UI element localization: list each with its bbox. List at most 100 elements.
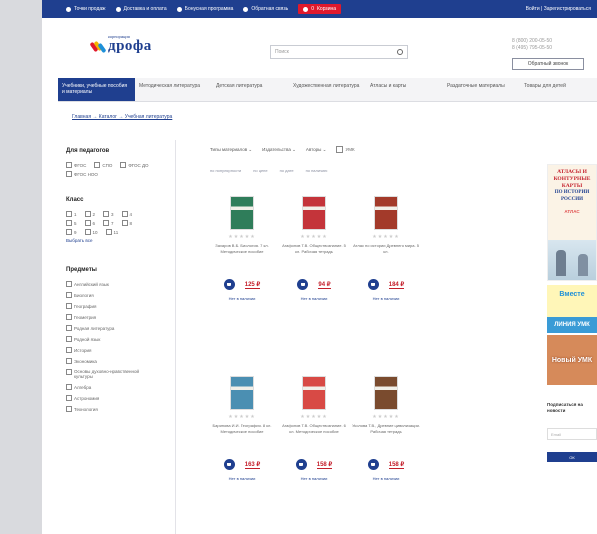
add-to-cart-button[interactable] xyxy=(223,459,235,470)
product-title[interactable]: Уколова Т.В., Древние цивилизации. Рабоч… xyxy=(352,423,420,456)
subject-checkbox[interactable]: Биология xyxy=(66,292,169,298)
level-checkbox[interactable]: СПО xyxy=(94,162,112,168)
grade-checkbox[interactable]: 1 xyxy=(66,211,77,217)
topbar-link-locations[interactable]: Точки продаж xyxy=(66,6,106,12)
sort-bar: по популярности по цене по дате по налич… xyxy=(210,168,327,173)
grade-checkbox[interactable]: 2 xyxy=(84,211,95,217)
sort-date[interactable]: по дате xyxy=(280,168,294,173)
atlas-banner[interactable]: АТЛАСЫ И КОНТУРНЫЕ КАРТЫ ПО ИСТОРИИ РОСС… xyxy=(547,164,597,281)
topbar-link-delivery[interactable]: Доставка и оплата xyxy=(115,6,167,12)
book-cover[interactable] xyxy=(302,196,326,230)
availability-link[interactable]: Нет в наличии xyxy=(208,476,276,481)
nav-item-textbooks[interactable]: Учебники, учебные пособия и материалы xyxy=(58,78,135,101)
sort-popularity[interactable]: по популярности xyxy=(210,168,241,173)
nav-item-handouts[interactable]: Раздаточные материалы xyxy=(443,78,520,101)
product-title[interactable]: Баринова И.И. География. 8 кл. Методичес… xyxy=(208,423,276,456)
filter-dropdown-authors[interactable]: Авторы ⌄ xyxy=(306,147,327,153)
add-to-cart-button[interactable] xyxy=(297,279,309,290)
sort-price[interactable]: по цене xyxy=(253,168,267,173)
availability-link[interactable]: Нет в наличии xyxy=(352,476,420,481)
subject-checkbox[interactable]: Алгебра xyxy=(66,384,169,390)
product-card[interactable]: ★★★★★ Уколова Т.В., Древние цивилизации.… xyxy=(352,376,420,481)
rating-stars: ★★★★★ xyxy=(228,414,256,420)
umk-line-banner-heading: Вместе xyxy=(559,291,585,298)
top-filters: Типы материалов ⌄ Издательства ⌄ Авторы … xyxy=(210,146,355,153)
main-nav: Учебники, учебные пособия и материалы Ме… xyxy=(58,78,597,102)
grade-checkbox[interactable]: 3 xyxy=(103,211,114,217)
product-card[interactable]: ★★★★★ Баринова И.И. География. 8 кл. Мет… xyxy=(208,376,276,481)
product-card[interactable]: ★★★★★ Атлас по истории Древнего мира. 5 … xyxy=(352,196,420,301)
nav-item-children[interactable]: Детская литература xyxy=(212,78,289,101)
new-umk-banner[interactable]: Новый УМК xyxy=(547,335,597,385)
product-title[interactable]: Захаров В.Б. Биология. 7 кл. Методическо… xyxy=(208,243,276,276)
subject-checkbox[interactable]: Геометрия xyxy=(66,314,169,320)
subscribe-email-input[interactable]: Email xyxy=(547,428,597,440)
callback-button[interactable]: Обратный звонок xyxy=(512,58,584,70)
subject-checkbox[interactable]: Родная литература xyxy=(66,325,169,331)
nav-item-atlases[interactable]: Атласы и карты xyxy=(366,78,443,101)
level-checkbox[interactable]: ФГОС НОО xyxy=(66,171,98,177)
grade-checkbox[interactable]: 7 xyxy=(103,220,114,226)
book-cover[interactable] xyxy=(230,376,254,410)
subject-checkbox[interactable]: Английский язык xyxy=(66,281,169,287)
umk-checkbox[interactable]: УМК xyxy=(336,146,355,153)
product-title[interactable]: Агафонов Т.В. Обществознание. 6 кл. Мето… xyxy=(280,423,348,456)
add-to-cart-button[interactable] xyxy=(223,279,235,290)
right-banners: АТЛАСЫ И КОНТУРНЫЕ КАРТЫ ПО ИСТОРИИ РОСС… xyxy=(547,164,597,385)
subject-checkbox[interactable]: Астрономия xyxy=(66,395,169,401)
grade-checkbox[interactable]: 5 xyxy=(66,220,77,226)
login-link[interactable]: Войти | Зарегистрироваться xyxy=(526,6,597,12)
select-all-grades-link[interactable]: Выбрать все xyxy=(66,238,169,243)
sort-availability[interactable]: по наличию xyxy=(306,168,328,173)
nav-item-methodical[interactable]: Методическая литература xyxy=(135,78,212,101)
level-checkbox[interactable]: ФГОС ДО xyxy=(120,162,149,168)
book-cover[interactable] xyxy=(374,196,398,230)
logo-small-text: корпорация xyxy=(108,34,130,39)
availability-link[interactable]: Нет в наличии xyxy=(208,296,276,301)
subject-checkbox[interactable]: Технология xyxy=(66,406,169,412)
availability-link[interactable]: Нет в наличии xyxy=(280,476,348,481)
grade-checkbox[interactable]: 11 xyxy=(105,229,118,235)
subject-checkbox[interactable]: История xyxy=(66,347,169,353)
product-card[interactable]: ★★★★★ Агафонов Т.В. Обществознание. 5 кл… xyxy=(280,196,348,301)
product-card[interactable]: ★★★★★ Агафонов Т.В. Обществознание. 6 кл… xyxy=(280,376,348,481)
subject-checkbox[interactable]: Основы духовно-нравственной культуры xyxy=(66,369,169,379)
subscribe-button[interactable]: ОК xyxy=(547,452,597,462)
subject-checkbox[interactable]: Родной язык xyxy=(66,336,169,342)
level-checkbox[interactable]: ФГОС xyxy=(66,162,86,168)
availability-link[interactable]: Нет в наличии xyxy=(280,296,348,301)
subject-checkbox[interactable]: Экономика xyxy=(66,358,169,364)
grade-checkbox[interactable]: 4 xyxy=(121,211,132,217)
filter-dropdown-types[interactable]: Типы материалов ⌄ xyxy=(210,147,252,153)
breadcrumb[interactable]: Главная → Каталог → Учебная литература xyxy=(72,114,172,120)
logo[interactable]: корпорация дрофа xyxy=(89,34,152,55)
grade-checkbox[interactable]: 8 xyxy=(121,220,132,226)
product-card[interactable]: ★★★★★ Захаров В.Б. Биология. 7 кл. Метод… xyxy=(208,196,276,301)
product-title[interactable]: Агафонов Т.В. Обществознание. 5 кл. Рабо… xyxy=(280,243,348,276)
grade-checkbox[interactable]: 6 xyxy=(84,220,95,226)
availability-link[interactable]: Нет в наличии xyxy=(352,296,420,301)
book-cover[interactable] xyxy=(302,376,326,410)
product-price: 158 ₽ xyxy=(316,461,333,469)
cart-icon xyxy=(227,283,232,286)
book-cover[interactable] xyxy=(230,196,254,230)
add-to-cart-button[interactable] xyxy=(367,459,379,470)
cart-icon xyxy=(299,463,304,466)
cart-button[interactable]: 0 Корзина xyxy=(298,4,342,14)
topbar-link-bonus[interactable]: Бонусная программа xyxy=(176,6,233,12)
search-input[interactable]: Поиск xyxy=(270,45,408,59)
grade-checkbox[interactable]: 10 xyxy=(84,229,98,235)
umk-line-banner[interactable]: Вместе ЛИНИЯ УМК xyxy=(547,285,597,333)
grade-checkbox[interactable]: 9 xyxy=(66,229,77,235)
cart-icon xyxy=(371,283,376,286)
book-cover[interactable] xyxy=(374,376,398,410)
add-to-cart-button[interactable] xyxy=(367,279,379,290)
nav-item-kids-goods[interactable]: Товары для детей xyxy=(520,78,597,101)
filter-dropdown-publishers[interactable]: Издательства ⌄ xyxy=(262,147,296,153)
search-icon[interactable] xyxy=(397,49,403,55)
topbar-link-feedback[interactable]: Обратная связь xyxy=(243,6,288,12)
nav-item-fiction[interactable]: Художественная литература xyxy=(289,78,366,101)
add-to-cart-button[interactable] xyxy=(295,459,307,470)
subject-checkbox[interactable]: География xyxy=(66,303,169,309)
product-title[interactable]: Атлас по истории Древнего мира. 5 кл. xyxy=(352,243,420,276)
